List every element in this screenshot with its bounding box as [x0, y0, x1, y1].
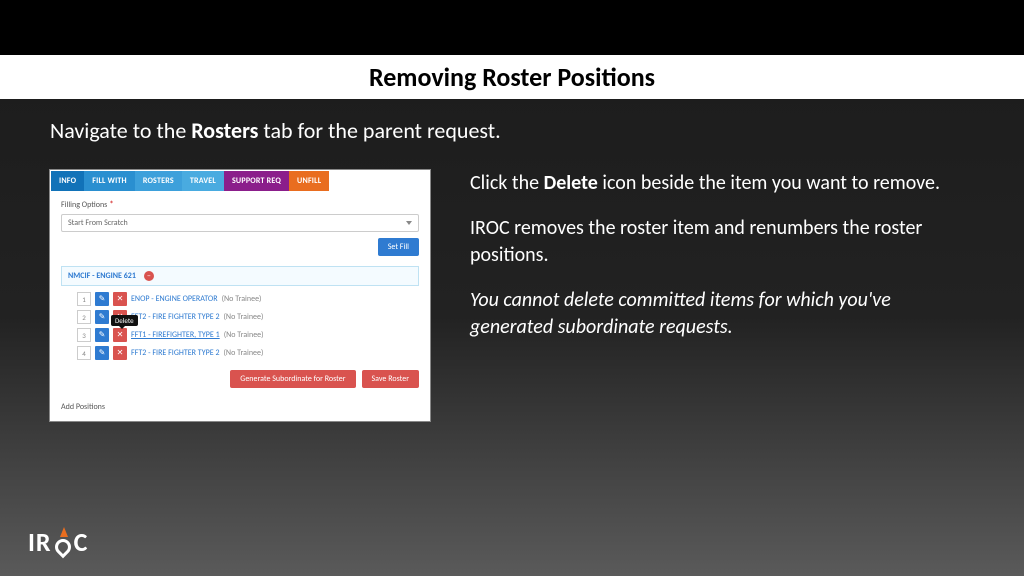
- trainee-suffix: (No Trainee): [224, 312, 264, 322]
- edit-icon[interactable]: ✎: [95, 310, 109, 324]
- roster-section-header[interactable]: NMCIF - ENGINE 621 –: [61, 266, 419, 286]
- iroc-logo: IR C: [28, 526, 88, 558]
- lead-paragraph: Navigate to the Rosters tab for the pare…: [50, 117, 974, 144]
- row-number: 3: [77, 328, 91, 342]
- p1-post: icon beside the item you want to remove.: [598, 171, 940, 195]
- flame-icon: [53, 529, 73, 555]
- edit-icon[interactable]: ✎: [95, 292, 109, 306]
- row-number: 4: [77, 346, 91, 360]
- tab-support-req[interactable]: SUPPORT REQ: [224, 171, 289, 191]
- filling-options-label: Filling Options *: [61, 199, 419, 210]
- required-star-icon: *: [109, 199, 113, 210]
- tab-strip: INFO FILL WITH ROSTERS TRAVEL SUPPORT RE…: [51, 171, 429, 191]
- set-fill-button[interactable]: Set Fill: [378, 238, 419, 256]
- roster-section-title: NMCIF - ENGINE 621: [68, 271, 136, 281]
- lead-pre: Navigate to the: [50, 117, 191, 144]
- delete-icon[interactable]: ✕: [113, 292, 127, 306]
- explanation-text: Click the Delete icon beside the item yo…: [470, 170, 974, 359]
- page-title-bar: Removing Roster Positions: [0, 55, 1024, 99]
- chevron-down-icon: [406, 221, 412, 225]
- delete-tooltip: Delete: [111, 315, 138, 326]
- generate-subordinate-button[interactable]: Generate Subordinate for Roster: [230, 370, 355, 388]
- logo-text-left: IR: [28, 526, 52, 558]
- position-link[interactable]: FFT2 - FIRE FIGHTER TYPE 2: [131, 312, 220, 322]
- tab-unfill[interactable]: UNFILL: [289, 171, 329, 191]
- delete-icon[interactable]: ✕: [113, 328, 127, 342]
- page-title: Removing Roster Positions: [369, 61, 655, 93]
- logo-text-right: C: [74, 526, 89, 558]
- position-link[interactable]: FFT2 - FIRE FIGHTER TYPE 2: [131, 348, 220, 358]
- row-number: 2: [77, 310, 91, 324]
- filling-options-select[interactable]: Start From Scratch: [61, 214, 419, 232]
- app-screenshot: INFO FILL WITH ROSTERS TRAVEL SUPPORT RE…: [50, 170, 430, 421]
- tab-rosters[interactable]: ROSTERS: [135, 171, 182, 191]
- roster-row: Delete 3 ✎ ✕ FFT1 - FIREFIGHTER, TYPE 1 …: [77, 328, 419, 342]
- explain-p2: IROC removes the roster item and renumbe…: [470, 215, 974, 269]
- collapse-icon[interactable]: –: [144, 271, 154, 281]
- roster-list: 1 ✎ ✕ ENOP - ENGINE OPERATOR (No Trainee…: [61, 292, 419, 360]
- row-number: 1: [77, 292, 91, 306]
- add-positions-label: Add Positions: [51, 398, 429, 420]
- position-link[interactable]: FFT1 - FIREFIGHTER, TYPE 1: [131, 330, 220, 340]
- lead-bold: Rosters: [191, 117, 258, 144]
- content-area: Navigate to the Rosters tab for the pare…: [0, 99, 1024, 421]
- top-black-bar: [0, 0, 1024, 55]
- trainee-suffix: (No Trainee): [224, 330, 264, 340]
- trainee-suffix: (No Trainee): [224, 348, 264, 358]
- lead-post: tab for the parent request.: [258, 117, 500, 144]
- trainee-suffix: (No Trainee): [222, 294, 262, 304]
- p1-bold: Delete: [544, 171, 598, 195]
- filling-options-text: Filling Options: [61, 200, 107, 210]
- roster-row: 4 ✎ ✕ FFT2 - FIRE FIGHTER TYPE 2 (No Tra…: [77, 346, 419, 360]
- position-link[interactable]: ENOP - ENGINE OPERATOR: [131, 294, 218, 304]
- save-roster-button[interactable]: Save Roster: [362, 370, 420, 388]
- select-value: Start From Scratch: [68, 218, 128, 228]
- delete-icon[interactable]: ✕: [113, 346, 127, 360]
- edit-icon[interactable]: ✎: [95, 328, 109, 342]
- explain-p1: Click the Delete icon beside the item yo…: [470, 170, 974, 197]
- tab-travel[interactable]: TRAVEL: [182, 171, 224, 191]
- edit-icon[interactable]: ✎: [95, 346, 109, 360]
- tab-info[interactable]: INFO: [51, 171, 84, 191]
- tab-fill-with[interactable]: FILL WITH: [84, 171, 135, 191]
- p1-pre: Click the: [470, 171, 544, 195]
- roster-row: 1 ✎ ✕ ENOP - ENGINE OPERATOR (No Trainee…: [77, 292, 419, 306]
- explain-p3: You cannot delete committed items for wh…: [470, 287, 974, 341]
